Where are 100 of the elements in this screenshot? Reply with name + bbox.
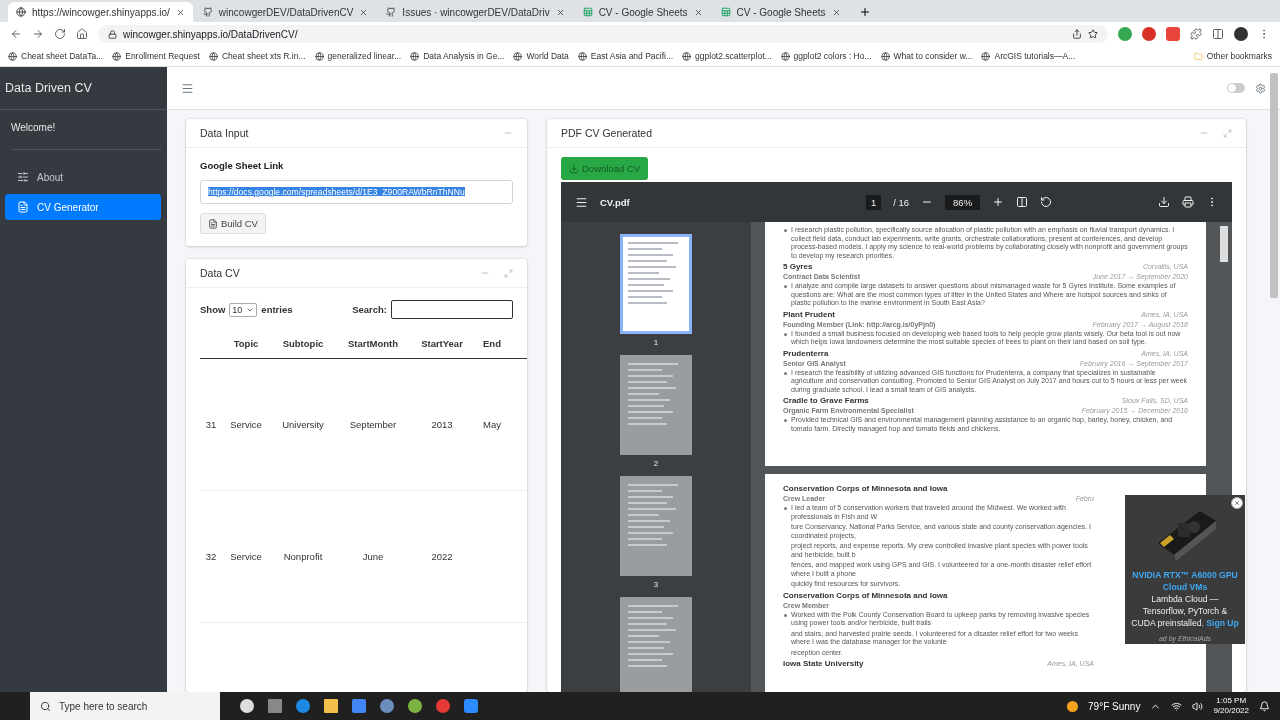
network-icon[interactable] — [1171, 700, 1183, 712]
forward-icon[interactable] — [32, 28, 44, 40]
clock-date[interactable]: 9/20/2022 — [1213, 706, 1249, 716]
table-cell-text: University — [281, 419, 325, 430]
toggle-switch[interactable] — [1227, 83, 1245, 93]
bookmark[interactable]: ggplot2 colors : Ho... — [780, 51, 872, 61]
avatar-icon[interactable] — [1234, 27, 1248, 41]
browser-tab[interactable]: Issues · wincowgerDEV/DataDriv — [378, 2, 573, 22]
address-bar[interactable]: wincowger.shinyapps.io/DataDrivenCV/ — [98, 25, 1108, 43]
circle-icon[interactable] — [240, 699, 254, 713]
show-label: Show — [200, 304, 226, 315]
entry-title: Prudenterra — [783, 348, 829, 358]
close-icon[interactable] — [175, 7, 185, 17]
scrollbar[interactable] — [1270, 73, 1278, 298]
settings-icon[interactable] — [1255, 82, 1266, 94]
side-panel-icon[interactable] — [1212, 28, 1224, 40]
bookmark[interactable]: What to consider w... — [880, 51, 973, 61]
menu-icon[interactable] — [181, 81, 194, 95]
table-cell-text: Service — [229, 551, 263, 562]
bookmark-folder[interactable]: Other bookmarks — [1193, 51, 1272, 61]
page-number-field[interactable]: 1 — [865, 194, 882, 210]
weather-text[interactable]: 79°F Sunny — [1088, 700, 1141, 712]
bookmark[interactable]: ggplot2.scatterplot... — [682, 51, 772, 61]
notifications-icon[interactable] — [1259, 700, 1270, 712]
card-title: Data CV — [200, 267, 241, 279]
bookmark[interactable]: Enrollment Request — [112, 51, 200, 61]
file-name: CV.pdf — [600, 196, 631, 208]
nav-item[interactable]: CV Generator — [5, 194, 161, 220]
bookmark[interactable]: Cheat sheet xts R.in... — [208, 51, 306, 61]
share-icon[interactable] — [1072, 29, 1082, 39]
column-header[interactable]: Subtopic — [270, 337, 336, 349]
sign-up-link[interactable]: Sign Up — [1206, 618, 1239, 628]
ad-text: Lambda Cloud — Tensorflow, PyTorch & CUDA preinstalled. Sign Up — [1131, 593, 1239, 629]
bookmark[interactable]: ArcGIS tutorials—A... — [981, 51, 1076, 61]
zoom-field[interactable]: 86% — [945, 194, 981, 210]
page-size-select[interactable]: 10 — [229, 302, 258, 317]
bookmark[interactable]: Data Analysis in Ge... — [410, 51, 505, 61]
print-icon[interactable] — [1182, 196, 1194, 208]
ad-headline[interactable]: NVIDIA RTX™ A6000 GPU Cloud VMs — [1131, 569, 1239, 593]
browser-tab[interactable]: https://wincowger.shinyapps.io/ — [8, 2, 193, 22]
page-label: 2 — [653, 459, 659, 468]
card-title: Data Input — [200, 127, 250, 139]
home-icon[interactable] — [76, 28, 88, 40]
bookmark[interactable]: generalized linear... — [314, 51, 402, 61]
download-icon[interactable] — [1158, 196, 1170, 208]
page-thumbnail[interactable] — [620, 355, 692, 455]
browser-tab[interactable]: CV - Google Sheets — [574, 2, 711, 22]
input-field[interactable]: https://docs.google.com/spreadsheets/d/1E3_Z900RAWbRnThNNu — [200, 180, 513, 204]
welcome-text: Welcome! — [11, 122, 161, 150]
bookmark[interactable]: East Asia and Pacifi... — [577, 51, 674, 61]
entry-title: Conservation Corps of Minnesota and Iowa — [783, 484, 948, 493]
download-icon — [569, 163, 579, 174]
taskbar-search[interactable]: Type here to search — [30, 692, 220, 720]
star-icon[interactable] — [1088, 29, 1098, 39]
zoom-in-icon[interactable] — [992, 196, 1005, 208]
volume-icon[interactable] — [1192, 700, 1204, 712]
build-button[interactable]: Build CV — [200, 213, 266, 234]
extensions-icon[interactable] — [1190, 28, 1202, 40]
browser-tab[interactable]: wincowgerDEV/DataDrivenCV — [194, 2, 377, 22]
close-icon[interactable] — [831, 7, 841, 17]
globe-icon — [208, 51, 218, 61]
column-header[interactable]: StartMonth — [336, 337, 410, 349]
reload-icon[interactable] — [54, 28, 66, 40]
column-header[interactable]: End — [474, 337, 510, 349]
close-icon[interactable] — [359, 7, 369, 17]
close-icon[interactable] — [693, 7, 703, 17]
page-thumbnail[interactable] — [620, 597, 692, 692]
entries-label: entries — [261, 304, 293, 315]
globe-icon — [314, 51, 324, 61]
back-icon[interactable] — [10, 28, 22, 40]
column-header[interactable]: StartYear — [410, 337, 474, 349]
weather-icon — [1067, 700, 1079, 712]
column-header[interactable]: Topic — [222, 337, 270, 349]
bookmark[interactable]: Cheat sheet DataTa... — [8, 51, 104, 61]
page-thumbnail[interactable] — [620, 234, 692, 334]
clock-time[interactable]: 1:05 PM — [1216, 696, 1247, 706]
entry-title: Cradle to Grave Farms — [783, 396, 869, 405]
browser-tab[interactable]: CV - Google Sheets — [712, 2, 849, 22]
rotate-icon[interactable] — [1040, 196, 1053, 208]
page-thumbnail[interactable] — [620, 476, 692, 576]
page-label: 3 — [653, 580, 659, 589]
page-label: 1 — [653, 338, 659, 347]
globe-icon — [981, 51, 991, 61]
lock-icon — [108, 29, 117, 39]
close-icon[interactable] — [555, 7, 565, 17]
table-cell-text: Nonprofit — [282, 551, 324, 562]
fit-page-icon[interactable] — [1016, 196, 1029, 208]
table-cell-text: Service — [229, 419, 263, 430]
close-button[interactable] — [1231, 497, 1243, 509]
entry-title: Conservation Corps of Minnesota and Iowa — [783, 590, 948, 600]
field-label: Google Sheet Link — [200, 160, 285, 171]
scrollbar[interactable] — [1220, 226, 1228, 262]
search-field[interactable] — [391, 300, 513, 319]
extension-icon[interactable] — [1118, 27, 1132, 41]
nav-item[interactable]: About — [5, 164, 161, 190]
bookmark[interactable]: World Data — [513, 51, 569, 61]
menu-icon[interactable] — [575, 195, 588, 209]
extension-icon[interactable] — [1142, 27, 1156, 41]
new-tab-icon[interactable] — [858, 6, 871, 18]
globe-icon — [16, 7, 26, 17]
